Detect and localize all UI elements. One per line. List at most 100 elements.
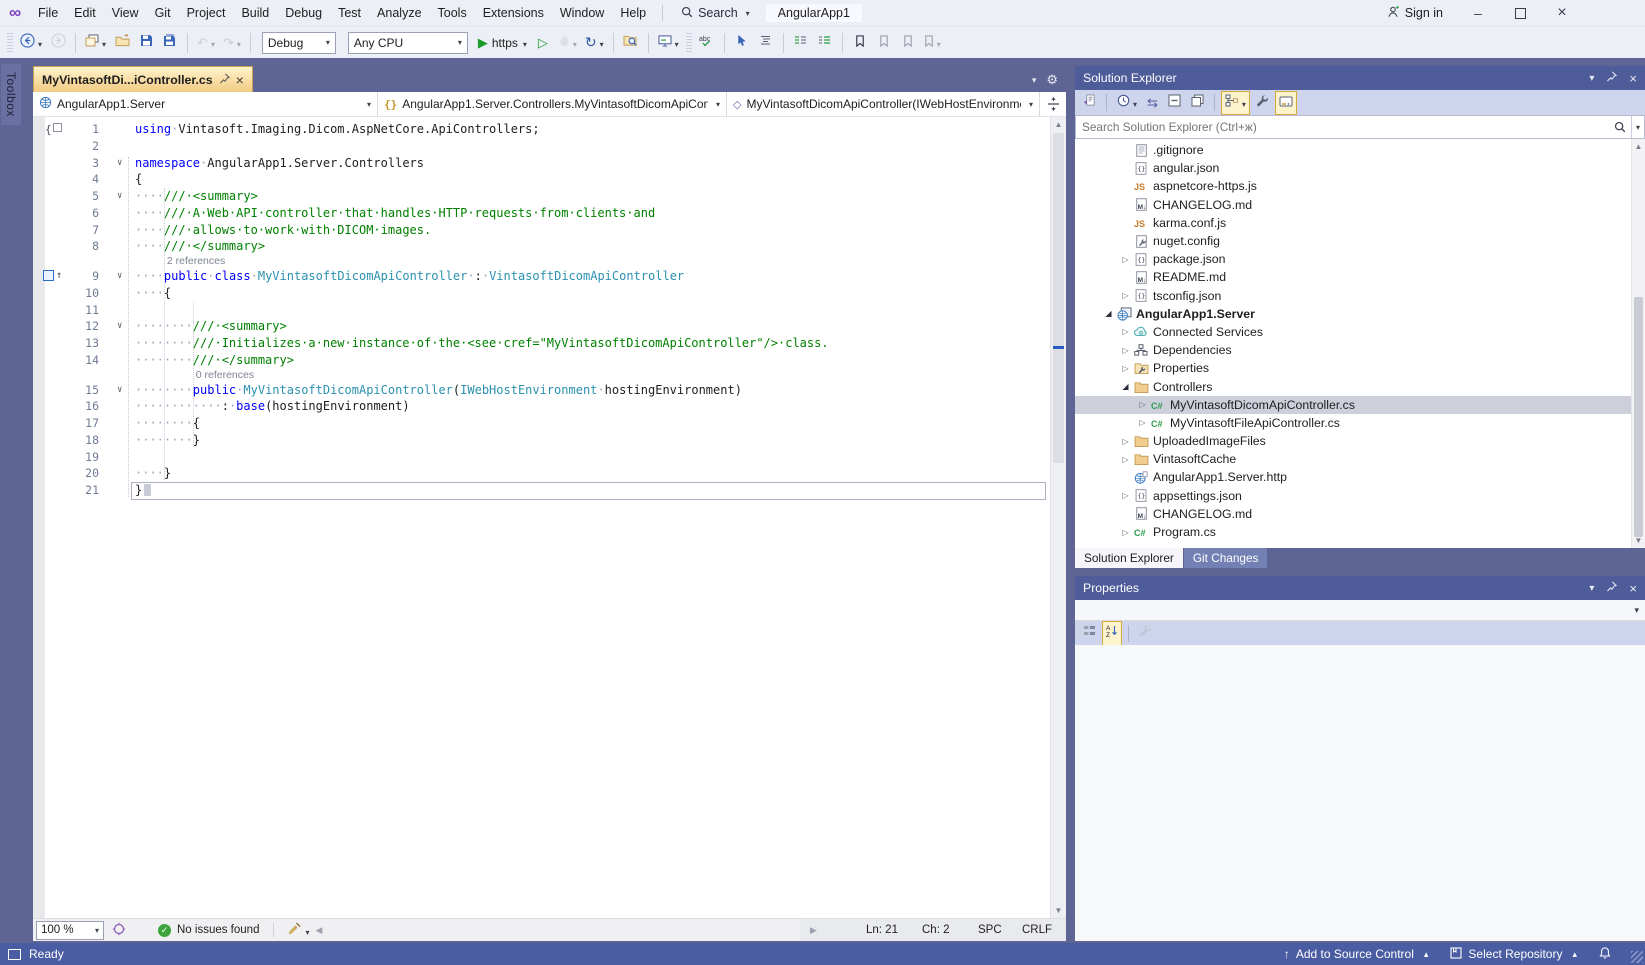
view-selector-button[interactable] (1220, 90, 1250, 115)
tree-item-program-cs[interactable]: ▷ C# Program.cs (1075, 523, 1645, 541)
next-bookmark-button[interactable] (897, 32, 919, 54)
resize-grip[interactable] (1631, 951, 1643, 963)
pin-icon[interactable] (1606, 581, 1618, 595)
close-icon[interactable]: × (1629, 71, 1637, 86)
window-position-dropdown-icon[interactable]: ▾ (1589, 583, 1594, 594)
pin-icon[interactable] (219, 73, 230, 87)
preview-selected-items-button[interactable] (1274, 90, 1297, 115)
toolbar-drag-handle[interactable] (7, 32, 13, 53)
intellicode-icon[interactable] (108, 922, 130, 939)
select-repository-button[interactable]: Select Repository (1450, 946, 1577, 962)
menu-tools[interactable]: Tools (430, 0, 475, 26)
endpoint-margin-icon[interactable]: ↑ (43, 270, 62, 281)
tree-item-package-json[interactable]: ▷ {} package.json (1075, 250, 1645, 268)
solution-configurations-combo[interactable]: Debug ▾ (261, 31, 336, 54)
categorized-button[interactable] (1079, 621, 1100, 645)
menu-debug[interactable]: Debug (277, 0, 330, 26)
scroll-up-icon[interactable]: ▲ (1632, 139, 1645, 154)
chevron-down-icon[interactable] (672, 34, 679, 52)
format-document-button[interactable] (790, 32, 812, 54)
tree-item-angular-json[interactable]: {} angular.json (1075, 159, 1645, 177)
navigate-forward-button[interactable] (47, 31, 69, 55)
expand-arrow-icon[interactable]: ▷ (1119, 528, 1132, 537)
save-all-button[interactable] (159, 31, 181, 54)
collapse-all-button[interactable] (1164, 91, 1185, 115)
sync-with-active-document-button[interactable]: ⇆ (1143, 91, 1162, 115)
scroll-right-icon[interactable]: ▶ (810, 925, 852, 936)
menu-view[interactable]: View (104, 0, 147, 26)
open-file-button[interactable] (111, 32, 133, 54)
window-position-dropdown-icon[interactable]: ▾ (1589, 73, 1594, 84)
tree-item-uploadedimagefiles[interactable]: ▷ UploadedImageFiles (1075, 432, 1645, 450)
menu-git[interactable]: Git (147, 0, 179, 26)
tree-item-controllers[interactable]: ◢ Controllers (1075, 377, 1645, 395)
chevron-down-icon[interactable] (208, 34, 215, 52)
solution-explorer-header[interactable]: Solution Explorer ▾ × (1075, 66, 1645, 90)
scroll-down-icon[interactable]: ▼ (1632, 533, 1645, 548)
tree-vertical-scrollbar[interactable]: ▲ ▼ (1631, 139, 1645, 548)
fold-chevron-icon[interactable]: ∨ (117, 155, 122, 172)
switch-views-button[interactable] (1079, 91, 1100, 115)
tree-item-myvintasoftfileapicontroller-cs[interactable]: ▷ C# MyVintasoftFileApiController.cs (1075, 414, 1645, 432)
solution-platforms-combo[interactable]: Any CPU ▾ (347, 31, 468, 54)
menu-edit[interactable]: Edit (66, 0, 104, 26)
tree-item-vintasoftcache[interactable]: ▷ VintasoftCache (1075, 450, 1645, 468)
tree-item-changelog-md[interactable]: M↓ CHANGELOG.md (1075, 505, 1645, 523)
document-health-indicator[interactable]: ✓ No issues found (158, 923, 259, 937)
clear-bookmarks-button[interactable] (921, 32, 944, 54)
chevron-down-icon[interactable] (570, 34, 577, 52)
menu-analyze[interactable]: Analyze (369, 0, 429, 26)
tree-item-nuget-config[interactable]: nuget.config (1075, 232, 1645, 250)
scroll-down-icon[interactable]: ▼ (1051, 903, 1066, 918)
pointer-select-button[interactable] (731, 32, 753, 54)
properties-header[interactable]: Properties ▾ × (1075, 576, 1645, 600)
fold-chevron-icon[interactable]: ∨ (117, 188, 122, 205)
tree-item-dependencies[interactable]: ▷ Dependencies (1075, 341, 1645, 359)
pending-changes-filter-button[interactable] (1113, 91, 1141, 115)
search-options-dropdown-icon[interactable]: ▾ (1630, 116, 1644, 138)
navigate-backward-button[interactable] (17, 31, 45, 55)
object-selector-combo[interactable]: ▾ (1075, 600, 1645, 621)
chevron-down-icon[interactable] (1239, 94, 1246, 112)
chevron-down-icon[interactable] (597, 34, 604, 52)
expand-arrow-icon[interactable]: ▷ (1119, 364, 1132, 373)
menu-window[interactable]: Window (552, 0, 612, 26)
properties-tool-button[interactable] (1252, 91, 1273, 115)
tree-item-appsettings-json[interactable]: ▷ {} appsettings.json (1075, 487, 1645, 505)
codelens-references[interactable]: 0 references (33, 369, 1050, 382)
menu-test[interactable]: Test (330, 0, 369, 26)
tree-item-angularapp1-server-http[interactable]: AngularApp1.Server.http (1075, 468, 1645, 486)
notifications-bell-icon[interactable] (1599, 946, 1611, 963)
line-ending-indicator[interactable]: CRLF (1022, 924, 1056, 936)
code-cleanup-broom-icon[interactable] (288, 922, 309, 938)
line-indicator[interactable]: Ln: 21 (866, 924, 908, 936)
type-dropdown[interactable]: {} AngularApp1.Server.Controllers.MyVint… (378, 92, 727, 116)
expand-arrow-icon[interactable]: ▷ (1119, 437, 1132, 446)
scrollbar-thumb[interactable] (1053, 133, 1064, 463)
restart-application-button[interactable]: ↻ (582, 32, 607, 54)
chevron-down-icon[interactable] (234, 34, 241, 52)
expand-arrow-icon[interactable]: ▷ (1119, 455, 1132, 464)
tree-item-changelog-md[interactable]: M↓ CHANGELOG.md (1075, 196, 1645, 214)
add-to-source-control-button[interactable]: ↑ Add to Source Control (1284, 947, 1429, 961)
scroll-left-icon[interactable]: ◀ (315, 925, 322, 936)
chevron-down-icon[interactable] (99, 34, 106, 52)
active-files-dropdown-icon[interactable]: ▾ (1032, 75, 1037, 86)
tree-item-karma-conf-js[interactable]: JS karma.conf.js (1075, 214, 1645, 232)
toolbox-tab[interactable]: Toolbox (1, 64, 21, 125)
column-indicator[interactable]: Ch: 2 (922, 924, 964, 936)
close-icon[interactable]: × (236, 73, 244, 87)
redo-button[interactable]: ↷ (220, 32, 244, 54)
tree-item-properties[interactable]: ▷ Properties (1075, 359, 1645, 377)
expand-arrow-icon[interactable]: ▷ (1119, 255, 1132, 264)
spell-checker-button[interactable]: abc (696, 32, 718, 54)
fold-chevron-icon[interactable]: ∨ (117, 382, 122, 399)
menu-help[interactable]: Help (612, 0, 654, 26)
tab-git-changes[interactable]: Git Changes (1183, 548, 1268, 568)
split-editor-icon[interactable] (1039, 92, 1066, 116)
collapse-arrow-icon[interactable]: ◢ (1102, 309, 1115, 318)
expand-arrow-icon[interactable]: ▷ (1136, 400, 1149, 409)
menu-extensions[interactable]: Extensions (475, 0, 552, 26)
sign-in-button[interactable]: Sign in (1372, 5, 1457, 22)
fold-chevron-icon[interactable]: ∨ (117, 318, 122, 335)
